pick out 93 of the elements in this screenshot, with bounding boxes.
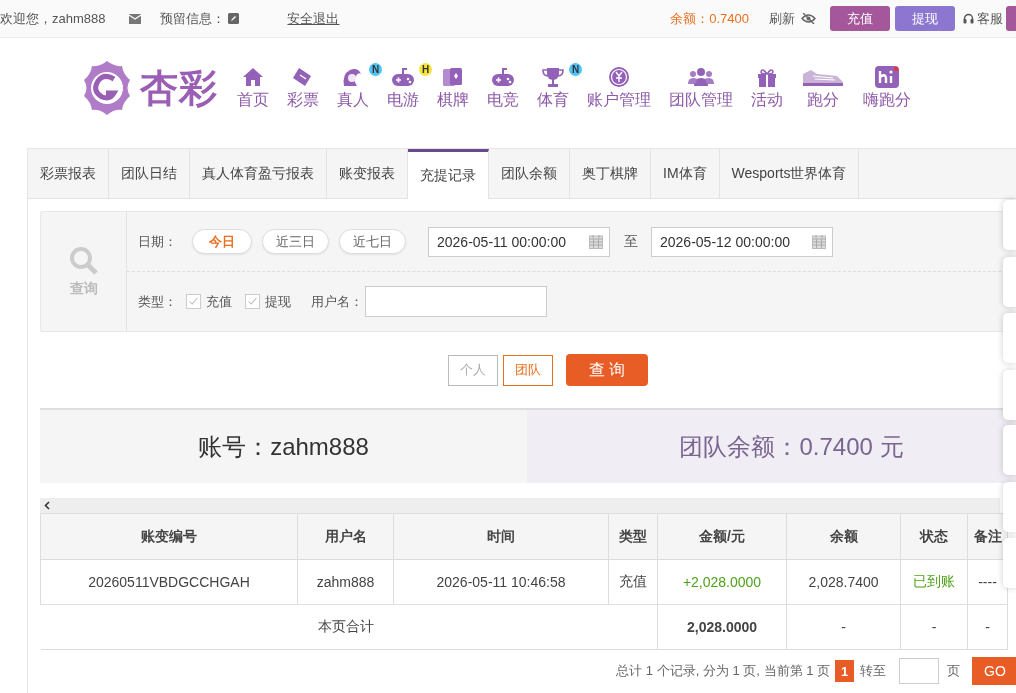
edit-icon[interactable] bbox=[228, 13, 240, 24]
trophy-icon bbox=[540, 65, 566, 88]
checkbox[interactable] bbox=[245, 294, 260, 309]
coin-icon bbox=[606, 65, 632, 88]
gamepad-icon bbox=[490, 65, 516, 88]
search-icon bbox=[68, 245, 99, 276]
reserved-message-label: 预留信息： bbox=[160, 9, 226, 28]
calendar-icon[interactable] bbox=[589, 234, 603, 249]
logo-text: 杏彩 bbox=[140, 63, 218, 112]
column-header: 类型 bbox=[608, 513, 658, 560]
account-text: 账号：zahm888 bbox=[40, 410, 527, 483]
report-tab[interactable]: 充提记录 bbox=[408, 149, 489, 199]
refresh-link[interactable]: 刷新 bbox=[769, 9, 795, 28]
headset-icon[interactable] bbox=[963, 13, 974, 24]
side-float-tab[interactable] bbox=[1003, 200, 1016, 250]
eye-hidden-icon[interactable] bbox=[801, 13, 816, 24]
checkbox[interactable] bbox=[186, 294, 201, 309]
nav-badge: H bbox=[419, 62, 432, 76]
report-tab[interactable]: Wesports世界体育 bbox=[719, 149, 860, 198]
horizontal-scrollbar[interactable] bbox=[40, 498, 1000, 513]
nav-item[interactable]: 活动 bbox=[742, 65, 792, 111]
search-label: 查询 bbox=[69, 279, 98, 298]
side-float-tab[interactable] bbox=[1003, 538, 1016, 588]
nav-item[interactable]: 团队管理 bbox=[660, 65, 742, 111]
goto-label: 转至 bbox=[860, 662, 886, 680]
column-header: 状态 bbox=[900, 513, 968, 560]
page-number-field[interactable] bbox=[899, 658, 939, 684]
date-separator: 至 bbox=[624, 232, 638, 251]
nav-item[interactable]: 首页 bbox=[228, 65, 278, 111]
end-date-field[interactable]: 2026-05-12 00:00:00 bbox=[651, 226, 833, 257]
table-cell: 2,028.7400 bbox=[786, 559, 901, 605]
type-label: 类型： bbox=[138, 292, 177, 311]
balance-text: 余额：0.7400 bbox=[670, 9, 749, 28]
table-cell: 2026-05-11 10:46:58 bbox=[393, 559, 609, 605]
current-page[interactable]: 1 bbox=[835, 660, 854, 682]
column-header: 时间 bbox=[393, 513, 609, 560]
query-button[interactable]: 查 询 bbox=[566, 354, 648, 386]
nav-badge: N bbox=[369, 62, 382, 76]
column-header: 金额/元 bbox=[657, 513, 787, 560]
table-cell: - bbox=[900, 604, 968, 650]
gamepad-icon bbox=[390, 65, 416, 88]
team-balance-text: 团队余额：0.7400 元 bbox=[527, 410, 1016, 483]
table-cell: zahm888 bbox=[297, 559, 394, 605]
total-label: 本页合计 bbox=[297, 604, 394, 650]
date-preset-button[interactable]: 近七日 bbox=[339, 229, 406, 254]
side-float-tab[interactable] bbox=[1003, 370, 1016, 420]
app-icon bbox=[874, 65, 900, 88]
report-tab[interactable]: 真人体育盈亏报表 bbox=[190, 149, 327, 198]
support-link[interactable]: 客服 bbox=[977, 9, 1003, 28]
column-header: 账变编号 bbox=[40, 513, 298, 560]
partial-button[interactable] bbox=[1006, 6, 1016, 31]
report-tab[interactable]: 团队余额 bbox=[489, 149, 570, 198]
column-header: 用户名 bbox=[297, 513, 394, 560]
table-cell: - bbox=[967, 604, 1008, 650]
withdraw-button[interactable]: 提现 bbox=[895, 6, 955, 31]
greeting-text: 欢迎您，zahm888 bbox=[0, 9, 106, 28]
deposit-button[interactable]: 充值 bbox=[830, 6, 890, 31]
logout-link[interactable]: 安全退出 bbox=[287, 9, 340, 28]
people-icon bbox=[688, 65, 714, 88]
start-date-field[interactable]: 2026-05-11 00:00:00 bbox=[428, 226, 610, 257]
nav-item[interactable]: 彩票 bbox=[278, 65, 328, 111]
table-cell: - bbox=[786, 604, 901, 650]
nav-item[interactable]: 跑分 bbox=[792, 65, 854, 111]
side-float-tab[interactable] bbox=[1003, 425, 1016, 475]
mail-icon[interactable] bbox=[129, 13, 142, 24]
report-tab[interactable]: IM体育 bbox=[651, 149, 720, 198]
side-float-tab[interactable] bbox=[1003, 482, 1016, 532]
checkbox-label: 充值 bbox=[206, 292, 232, 311]
table-cell: 已到账 bbox=[900, 559, 968, 605]
pagination-info: 总计 1 个记录, 分为 1 页, 当前第 1 页 bbox=[616, 662, 830, 680]
table-cell: 2,028.0000 bbox=[657, 604, 787, 650]
calendar-icon[interactable] bbox=[812, 234, 826, 249]
checkbox-label: 提现 bbox=[265, 292, 291, 311]
nav-item[interactable]: 电竞 bbox=[478, 65, 528, 111]
table-cell: +2,028.0000 bbox=[657, 559, 787, 605]
page-unit-label: 页 bbox=[947, 662, 960, 680]
side-float-tab[interactable] bbox=[1003, 313, 1016, 363]
nav-badge: N bbox=[569, 62, 582, 76]
column-header: 余额 bbox=[786, 513, 901, 560]
report-tab[interactable]: 团队日结 bbox=[109, 149, 190, 198]
scope-button[interactable]: 团队 bbox=[503, 354, 553, 386]
table-cell: 20260511VBDGCCHGAH bbox=[40, 559, 298, 605]
side-float-tab[interactable] bbox=[1003, 257, 1016, 307]
go-button[interactable]: GO bbox=[972, 657, 1016, 685]
report-tab[interactable]: 奥丁棋牌 bbox=[570, 149, 651, 198]
username-field[interactable] bbox=[365, 286, 547, 317]
report-tab[interactable]: 彩票报表 bbox=[28, 149, 109, 198]
table-cell: 充值 bbox=[608, 559, 658, 605]
username-label: 用户名： bbox=[311, 292, 363, 311]
scroll-left-icon[interactable] bbox=[44, 501, 50, 510]
date-preset-button[interactable]: 近三日 bbox=[262, 229, 329, 254]
date-label: 日期： bbox=[138, 232, 177, 251]
nav-item[interactable]: 嗨跑分 bbox=[854, 65, 920, 111]
